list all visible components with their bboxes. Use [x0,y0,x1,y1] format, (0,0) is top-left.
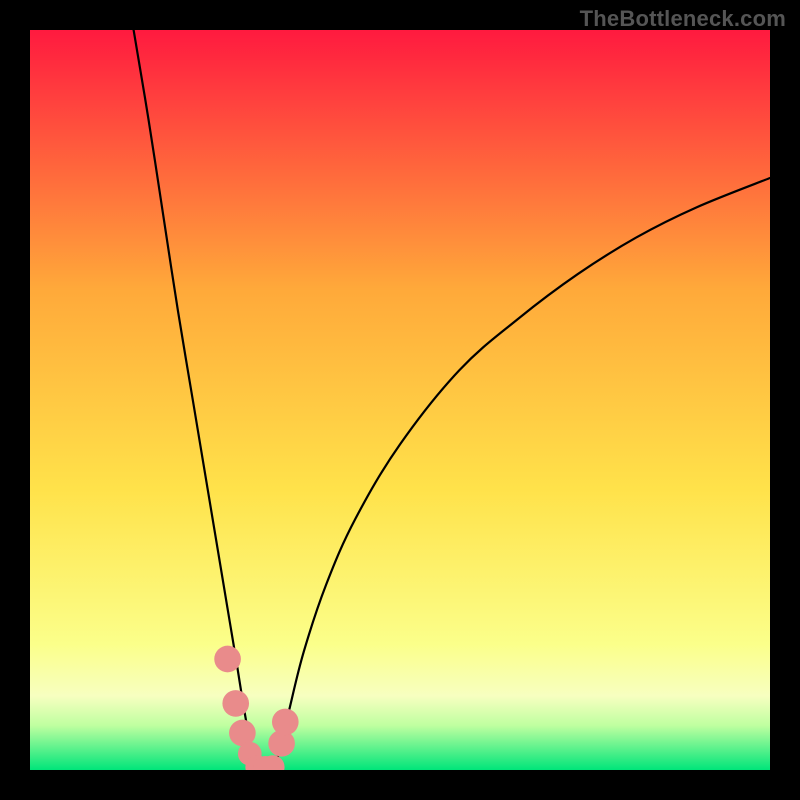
left-dot-2 [222,690,249,717]
gradient-background [30,30,770,770]
watermark-text: TheBottleneck.com [580,6,786,32]
left-dot-1 [214,646,241,673]
bottleneck-chart [30,30,770,770]
right-dot-2 [272,709,299,736]
chart-frame: TheBottleneck.com [0,0,800,800]
